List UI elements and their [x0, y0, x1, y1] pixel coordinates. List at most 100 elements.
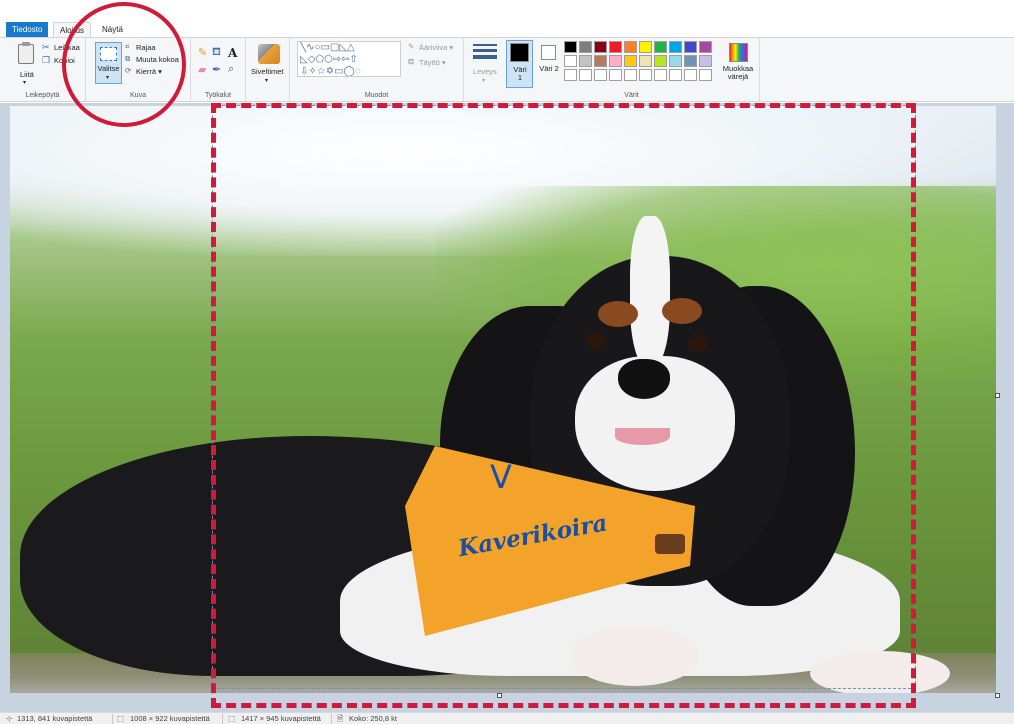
group-label-image: Kuva [130, 92, 146, 99]
palette-color-swatch[interactable] [669, 41, 682, 53]
shapes-row-1: ╲∿○▭▢◺△ [300, 42, 355, 53]
shapes-row-2: ◺◇⬠⬡⇨⇦⇧ [300, 54, 358, 65]
color2-button[interactable]: Väri 2 [538, 40, 563, 88]
color1-swatch [510, 43, 529, 62]
select-rectangle-icon [100, 47, 117, 61]
cursor-icon: ⊹ [6, 714, 13, 723]
image-size-icon: ⬚ [228, 714, 236, 723]
edit-colors-button[interactable]: Muokkaa värejä [718, 40, 758, 88]
color1-button[interactable]: Väri 1 [506, 40, 533, 88]
cursor-position: 1313, 841 kuvapistettä [17, 714, 93, 723]
file-size: Koko: 250,8 kt [349, 714, 397, 723]
canvas-workspace[interactable]: V Kaverikoira [0, 103, 1014, 712]
paste-label: Liitä [20, 70, 34, 79]
group-label-colors: Värit [624, 92, 639, 99]
chevron-down-icon: ▾ [23, 80, 27, 86]
palette-color-swatch[interactable] [669, 69, 682, 81]
palette-color-swatch[interactable] [699, 41, 712, 53]
resize-handle[interactable] [995, 693, 1000, 698]
paste-button[interactable]: Liitä ▾ [12, 40, 40, 88]
fill-icon[interactable]: ⛾ [212, 46, 221, 60]
fill-shape-label: Täyttö ▾ [419, 58, 446, 67]
size-button[interactable]: Leveys ▾ [468, 40, 502, 90]
palette-color-swatch[interactable] [654, 55, 667, 67]
magnifier-icon[interactable]: ⌕ [228, 63, 234, 76]
file-size-icon: 🗎 [337, 714, 344, 723]
chevron-down-icon: ▾ [265, 78, 269, 84]
palette-color-swatch[interactable] [579, 55, 592, 67]
resize-label: Muuta kokoa [136, 55, 179, 64]
palette-color-swatch[interactable] [594, 69, 607, 81]
palette-color-swatch[interactable] [684, 69, 697, 81]
shape-outline-button[interactable]: ✎ Ääriviiva ▾ [408, 42, 462, 53]
palette-color-swatch[interactable] [639, 69, 652, 81]
shapes-gallery[interactable]: ╲∿○▭▢◺△ ◺◇⬠⬡⇨⇦⇧ ⇩✧☆✡▭◯◌ [297, 41, 401, 77]
palette-color-swatch[interactable] [699, 69, 712, 81]
resize-icon: ⧉ [125, 54, 131, 63]
palette-color-swatch[interactable] [609, 55, 622, 67]
outline-label: Ääriviiva ▾ [419, 43, 454, 52]
palette-color-swatch[interactable] [624, 69, 637, 81]
copy-icon: ❐ [42, 55, 51, 65]
crop-icon: ⌗ [125, 42, 130, 51]
resize-handle[interactable] [995, 393, 1000, 398]
palette-color-swatch[interactable] [564, 55, 577, 67]
group-tools: ✎ ⛾ A ▰ ✒ ⌕ Työkalut [191, 38, 246, 101]
palette-color-swatch[interactable] [609, 69, 622, 81]
color2-swatch [541, 45, 556, 60]
palette-color-swatch[interactable] [639, 41, 652, 53]
resize-button[interactable]: ⧉ Muuta kokoa [125, 54, 191, 65]
palette-color-swatch[interactable] [579, 69, 592, 81]
shape-fill-button[interactable]: ⛾ Täyttö ▾ [408, 57, 462, 68]
color-picker-icon[interactable]: ✒ [212, 63, 221, 76]
brush-icon [258, 44, 280, 64]
palette-color-swatch[interactable] [684, 55, 697, 67]
chevron-down-icon: ▾ [482, 78, 486, 84]
brushes-label: Siveltimet [251, 67, 284, 76]
tab-home[interactable]: Aloitus [53, 22, 92, 37]
group-size: Leveys ▾ [464, 38, 504, 101]
palette-color-swatch[interactable] [654, 69, 667, 81]
palette-color-swatch[interactable] [609, 41, 622, 53]
group-colors: Väri 1 Väri 2 Muokkaa värejä Värit [504, 38, 760, 101]
palette-color-swatch[interactable] [624, 55, 637, 67]
palette-color-swatch[interactable] [564, 69, 577, 81]
tab-file[interactable]: Tiedosto [6, 22, 49, 37]
palette-color-swatch[interactable] [624, 41, 637, 53]
palette-color-swatch[interactable] [669, 55, 682, 67]
color2-label: Väri 2 [539, 64, 559, 73]
select-button[interactable]: Valitse ▾ [95, 42, 122, 84]
group-label-clipboard: Leikepöytä [25, 92, 60, 99]
palette-color-swatch[interactable] [564, 41, 577, 53]
palette-color-swatch[interactable] [639, 55, 652, 67]
palette-color-swatch[interactable] [684, 41, 697, 53]
rotate-button[interactable]: ⟳ Kierrä ▾ [125, 66, 185, 77]
group-label-tools: Työkalut [204, 92, 232, 99]
outline-icon: ✎ [408, 42, 415, 51]
copy-button[interactable]: ❐ Kopioi [42, 55, 84, 66]
resize-handle[interactable] [497, 693, 502, 698]
crop-button[interactable]: ⌗ Rajaa [125, 42, 185, 53]
crop-label: Rajaa [136, 43, 156, 52]
cut-button[interactable]: ✂ Leikkaa [42, 42, 84, 53]
shapes-row-3: ⇩✧☆✡▭◯◌ [300, 66, 361, 77]
size-label: Leveys [473, 67, 497, 76]
text-icon[interactable]: A [228, 46, 237, 60]
selection-size: 1008 × 922 kuvapistettä [130, 714, 210, 723]
cut-label: Leikkaa [54, 43, 80, 52]
eraser-icon[interactable]: ▰ [198, 63, 206, 76]
tab-view[interactable]: Näytä [96, 22, 129, 37]
palette-color-swatch[interactable] [654, 41, 667, 53]
palette-color-swatch[interactable] [699, 55, 712, 67]
group-clipboard: Liitä ▾ ✂ Leikkaa ❐ Kopioi Leikepöytä [0, 38, 86, 101]
copy-label: Kopioi [54, 56, 75, 65]
group-brushes: Siveltimet ▾ [246, 38, 290, 101]
color1-label: Väri 1 [513, 65, 527, 82]
palette-color-swatch[interactable] [594, 55, 607, 67]
brushes-button[interactable]: Siveltimet ▾ [248, 40, 288, 90]
palette-color-swatch[interactable] [579, 41, 592, 53]
palette-color-swatch[interactable] [594, 41, 607, 53]
selection-outline[interactable] [212, 105, 916, 689]
pencil-icon[interactable]: ✎ [198, 46, 207, 59]
selection-icon: ⬚ [117, 714, 125, 723]
